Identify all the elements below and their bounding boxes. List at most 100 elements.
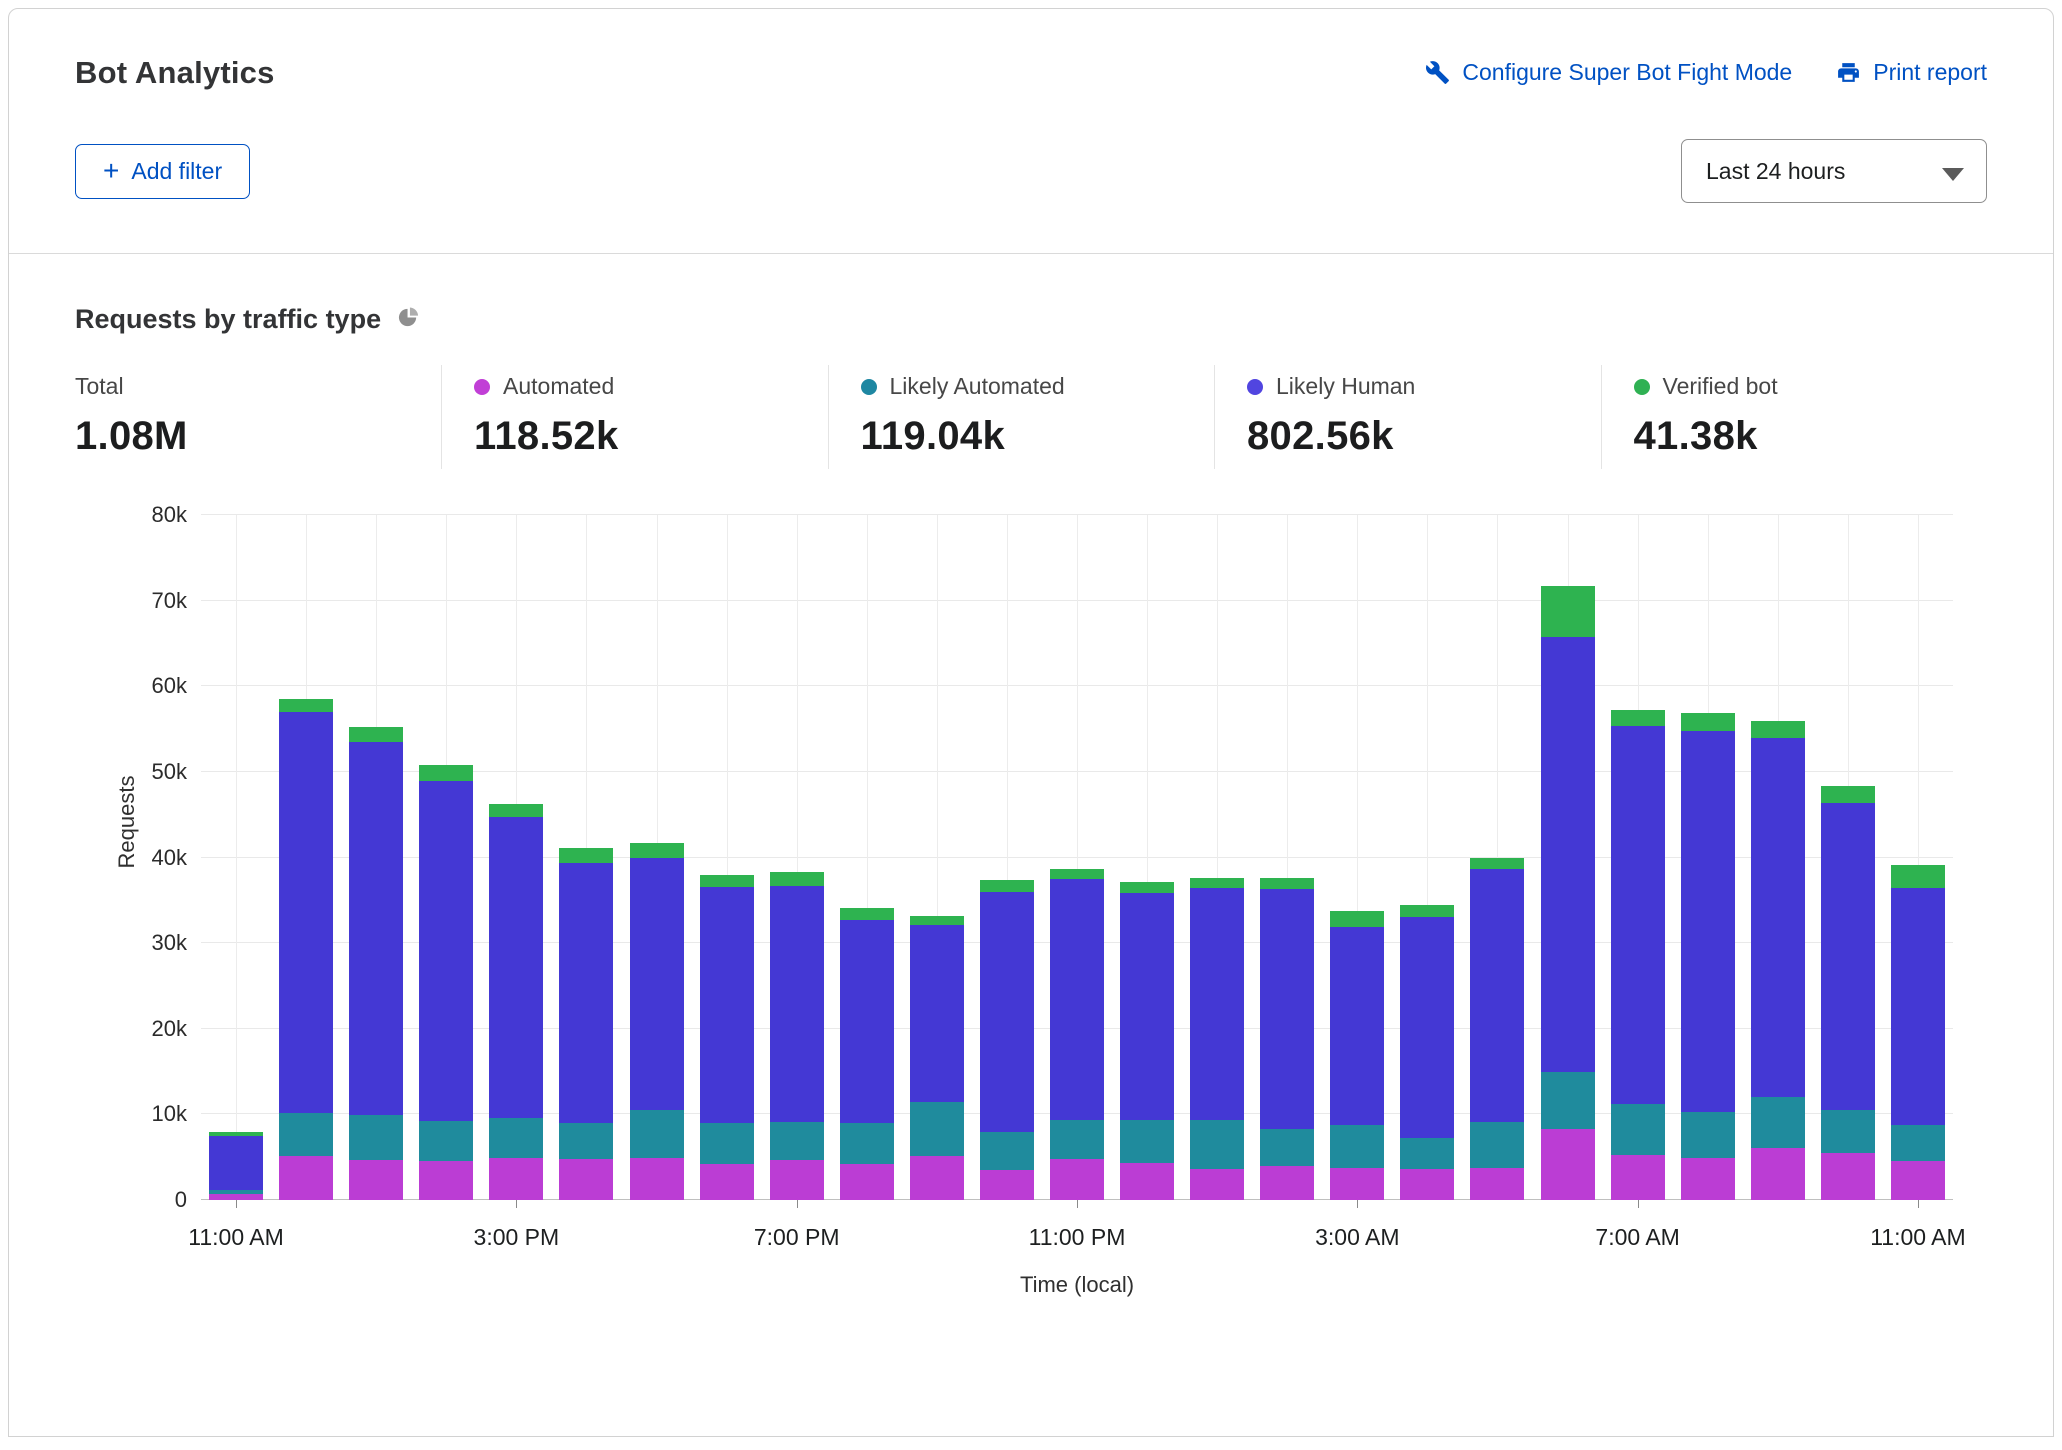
bar-segment-verified-bot[interactable] xyxy=(349,726,404,742)
bar-segment-likely-human[interactable] xyxy=(1470,868,1525,1123)
bar-segment-automated[interactable] xyxy=(1049,1158,1104,1200)
bar-segment-likely-automated[interactable] xyxy=(1680,1111,1735,1159)
stacked-bar-400pm[interactable] xyxy=(559,848,614,1200)
stacked-bar-100pm[interactable] xyxy=(349,726,404,1200)
bar-segment-verified-bot[interactable] xyxy=(1120,881,1175,893)
bar-segment-likely-human[interactable] xyxy=(1260,889,1315,1129)
bar-segment-likely-human[interactable] xyxy=(1890,888,1945,1125)
stacked-bar-1000pm[interactable] xyxy=(979,879,1034,1200)
bar-segment-verified-bot[interactable] xyxy=(909,915,964,926)
bar-segment-automated[interactable] xyxy=(1680,1158,1735,1200)
bar-segment-automated[interactable] xyxy=(1540,1128,1595,1200)
bar-segment-likely-human[interactable] xyxy=(1330,926,1385,1125)
stacked-bar-200pm[interactable] xyxy=(419,765,474,1200)
bar-segment-likely-automated[interactable] xyxy=(419,1121,474,1161)
bar-segment-likely-human[interactable] xyxy=(559,862,614,1123)
bar-segment-verified-bot[interactable] xyxy=(699,874,754,888)
bar-segment-verified-bot[interactable] xyxy=(1260,878,1315,890)
bar-segment-likely-human[interactable] xyxy=(1049,878,1104,1121)
bar-segment-automated[interactable] xyxy=(1750,1147,1805,1200)
stacked-bar-1000am[interactable] xyxy=(1820,785,1875,1200)
bar-segment-automated[interactable] xyxy=(1470,1168,1525,1200)
bar-segment-likely-automated[interactable] xyxy=(1470,1122,1525,1169)
bar-segment-likely-automated[interactable] xyxy=(1540,1072,1595,1129)
stacked-bar-700pm[interactable] xyxy=(769,872,824,1200)
bar-segment-verified-bot[interactable] xyxy=(559,848,614,863)
stat-verified-bot[interactable]: Verified bot 41.38k xyxy=(1600,365,1988,469)
bar-segment-verified-bot[interactable] xyxy=(1400,904,1455,918)
bar-segment-likely-human[interactable] xyxy=(349,741,404,1116)
bar-segment-verified-bot[interactable] xyxy=(1680,712,1735,731)
bar-segment-likely-human[interactable] xyxy=(909,925,964,1103)
bar-segment-likely-human[interactable] xyxy=(839,920,894,1123)
stacked-bar-300am[interactable] xyxy=(1330,910,1385,1200)
bar-segment-verified-bot[interactable] xyxy=(979,879,1034,892)
bar-segment-likely-human[interactable] xyxy=(1190,888,1245,1120)
stacked-bar-800am[interactable] xyxy=(1680,712,1735,1200)
bar-segment-verified-bot[interactable] xyxy=(769,872,824,886)
bar-segment-likely-human[interactable] xyxy=(769,885,824,1123)
bar-segment-automated[interactable] xyxy=(279,1156,334,1200)
bar-segment-verified-bot[interactable] xyxy=(839,908,894,921)
bar-segment-likely-automated[interactable] xyxy=(1260,1128,1315,1166)
stacked-bar-1200am[interactable] xyxy=(1120,881,1175,1200)
stacked-bar-700am[interactable] xyxy=(1610,710,1665,1200)
stat-automated[interactable]: Automated 118.52k xyxy=(441,365,828,469)
bar-segment-likely-human[interactable] xyxy=(1540,636,1595,1073)
bar-segment-verified-bot[interactable] xyxy=(1750,721,1805,738)
stacked-bar-500am[interactable] xyxy=(1470,857,1525,1200)
bar-segment-likely-automated[interactable] xyxy=(909,1102,964,1157)
bar-segment-likely-automated[interactable] xyxy=(1330,1124,1385,1169)
stacked-bar-200am[interactable] xyxy=(1260,878,1315,1200)
bar-segment-verified-bot[interactable] xyxy=(1190,878,1245,889)
print-report-link[interactable]: Print report xyxy=(1836,59,1987,86)
stat-likely-human[interactable]: Likely Human 802.56k xyxy=(1214,365,1601,469)
bar-segment-likely-human[interactable] xyxy=(1120,892,1175,1120)
stacked-bar-1100am[interactable] xyxy=(1890,865,1945,1200)
bar-segment-likely-human[interactable] xyxy=(209,1135,264,1190)
bar-segment-likely-automated[interactable] xyxy=(1190,1119,1245,1170)
bar-segment-likely-automated[interactable] xyxy=(559,1122,614,1159)
bar-segment-likely-human[interactable] xyxy=(629,857,684,1111)
bar-segment-automated[interactable] xyxy=(629,1158,684,1200)
stacked-bar-300pm[interactable] xyxy=(489,804,544,1200)
bar-segment-verified-bot[interactable] xyxy=(1820,785,1875,803)
bar-segment-automated[interactable] xyxy=(1890,1160,1945,1200)
bar-segment-likely-human[interactable] xyxy=(1400,917,1455,1138)
bar-segment-likely-automated[interactable] xyxy=(699,1122,754,1165)
bar-segment-likely-automated[interactable] xyxy=(489,1117,544,1159)
stacked-bar-100am[interactable] xyxy=(1190,878,1245,1200)
bar-segment-automated[interactable] xyxy=(979,1170,1034,1200)
bar-segment-automated[interactable] xyxy=(559,1158,614,1200)
stacked-bar-1100am[interactable] xyxy=(209,1132,264,1200)
bar-segment-likely-human[interactable] xyxy=(1750,737,1805,1098)
bar-segment-likely-human[interactable] xyxy=(419,781,474,1122)
stacked-bar-1200pm[interactable] xyxy=(279,699,334,1200)
bar-segment-likely-automated[interactable] xyxy=(1400,1137,1455,1170)
stacked-bar-400am[interactable] xyxy=(1400,904,1455,1200)
stat-likely-automated[interactable]: Likely Automated 119.04k xyxy=(827,365,1215,469)
bar-segment-verified-bot[interactable] xyxy=(489,804,544,818)
bar-segment-automated[interactable] xyxy=(1330,1168,1385,1200)
stacked-bar-500pm[interactable] xyxy=(629,842,684,1200)
bar-segment-automated[interactable] xyxy=(769,1159,824,1200)
bar-segment-verified-bot[interactable] xyxy=(279,699,334,712)
bar-segment-likely-automated[interactable] xyxy=(629,1110,684,1159)
bar-segment-verified-bot[interactable] xyxy=(1470,857,1525,869)
bar-segment-automated[interactable] xyxy=(1190,1169,1245,1200)
bar-segment-likely-automated[interactable] xyxy=(1820,1110,1875,1153)
bar-segment-likely-human[interactable] xyxy=(279,711,334,1113)
bar-segment-automated[interactable] xyxy=(349,1159,404,1200)
bar-segment-likely-automated[interactable] xyxy=(839,1122,894,1165)
bar-segment-automated[interactable] xyxy=(419,1160,474,1200)
bar-segment-automated[interactable] xyxy=(1120,1163,1175,1200)
configure-super-bot-fight-mode-link[interactable]: Configure Super Bot Fight Mode xyxy=(1425,59,1792,86)
stacked-bar-900am[interactable] xyxy=(1750,721,1805,1200)
bar-segment-likely-automated[interactable] xyxy=(979,1131,1034,1171)
bar-segment-automated[interactable] xyxy=(1610,1154,1665,1200)
bar-segment-automated[interactable] xyxy=(909,1156,964,1200)
bar-segment-likely-human[interactable] xyxy=(1820,802,1875,1111)
bar-segment-automated[interactable] xyxy=(1260,1165,1315,1200)
bar-segment-verified-bot[interactable] xyxy=(1330,910,1385,927)
bar-segment-automated[interactable] xyxy=(1820,1152,1875,1200)
